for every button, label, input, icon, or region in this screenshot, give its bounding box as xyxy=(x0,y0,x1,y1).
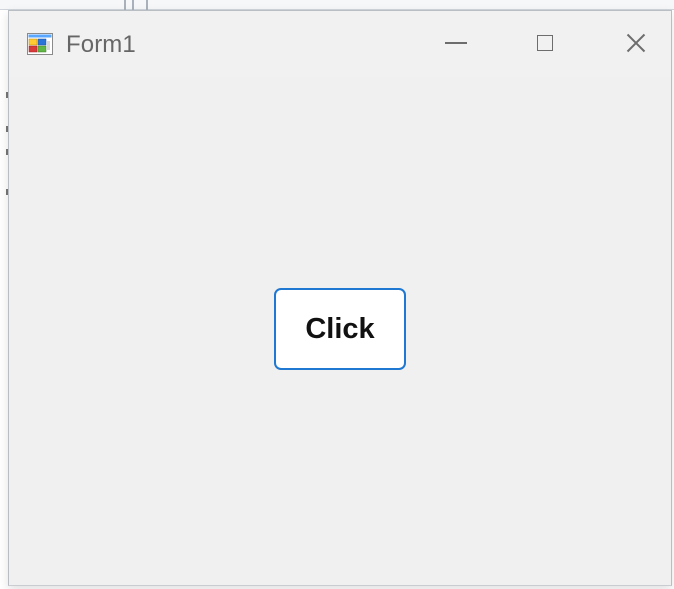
background-mark-2 xyxy=(132,0,134,10)
close-icon xyxy=(625,32,647,54)
title-bar[interactable]: Form1 xyxy=(9,11,671,77)
minimize-icon xyxy=(445,42,467,44)
main-window: Form1 Click xyxy=(8,10,672,586)
form-client-area: Click xyxy=(9,77,671,585)
maximize-button[interactable] xyxy=(506,19,584,67)
close-button[interactable] xyxy=(597,19,674,67)
background-mark-3 xyxy=(146,0,148,10)
maximize-icon xyxy=(537,35,553,51)
window-title: Form1 xyxy=(66,31,136,58)
click-button[interactable]: Click xyxy=(274,288,406,370)
background-mark-1 xyxy=(124,0,126,10)
app-icon xyxy=(27,33,53,55)
desktop-frame: Form1 Click xyxy=(0,0,674,589)
minimize-button[interactable] xyxy=(417,19,495,67)
